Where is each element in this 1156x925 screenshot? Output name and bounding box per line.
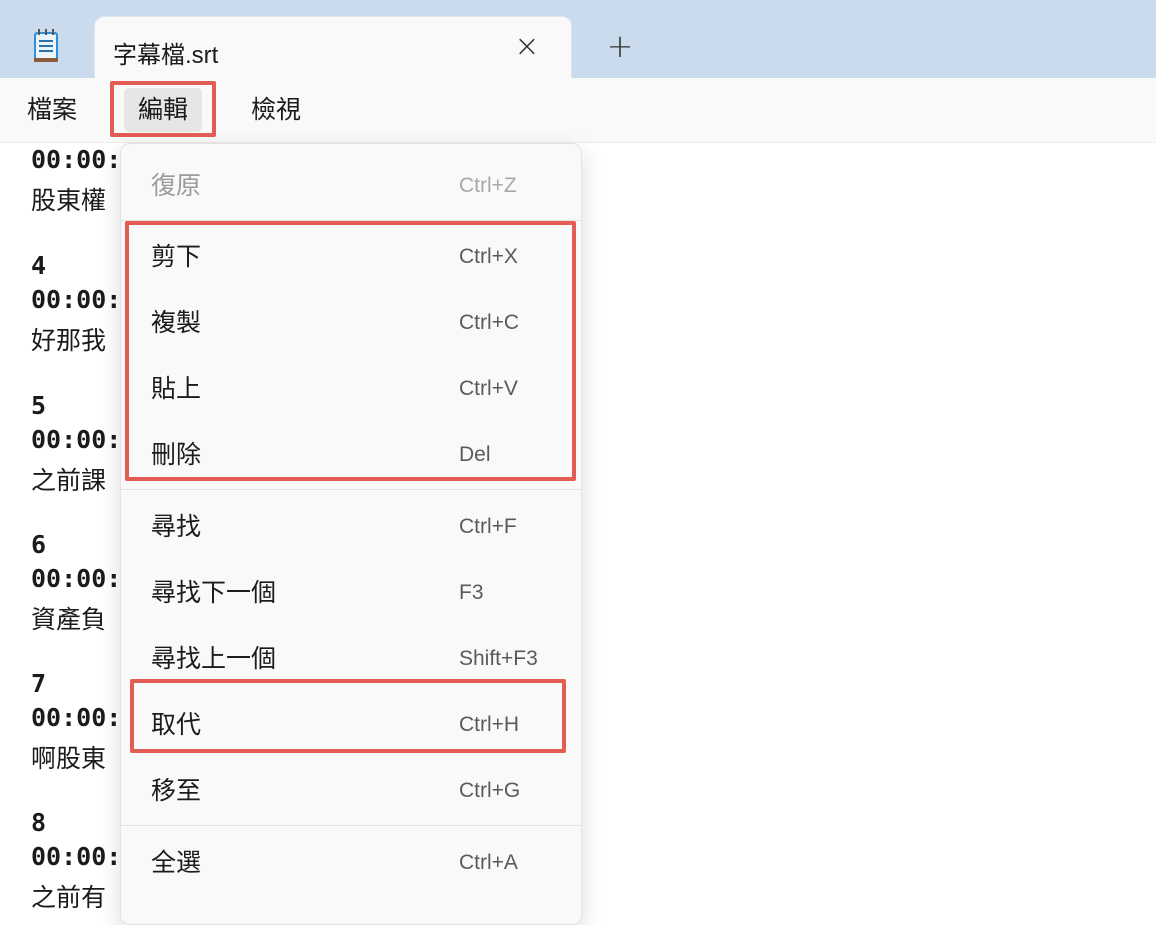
menu-item-undo: 復原 Ctrl+Z bbox=[121, 158, 581, 214]
menu-item-label: 移至 bbox=[151, 777, 202, 805]
editor-line: 6 bbox=[31, 530, 47, 559]
menu-separator bbox=[121, 489, 581, 490]
editor-line: 之前有 bbox=[31, 884, 107, 912]
editor-line: 4 bbox=[31, 251, 47, 280]
menu-item-copy[interactable]: 複製 Ctrl+C bbox=[121, 295, 581, 351]
editor-line: 00:00: bbox=[31, 425, 122, 454]
editor-line: 啊股東 bbox=[31, 745, 107, 773]
menu-item-label: 剪下 bbox=[151, 243, 202, 271]
menu-item-shortcut: Del bbox=[459, 443, 491, 466]
editor-line: 00:00: bbox=[31, 564, 122, 593]
editor-line: 00:00: bbox=[31, 703, 122, 732]
menu-item-find[interactable]: 尋找 Ctrl+F bbox=[121, 499, 581, 555]
editor-line: 5 bbox=[31, 391, 47, 420]
editor-line: 00:00: bbox=[31, 145, 122, 174]
menu-item-paste[interactable]: 貼上 Ctrl+V bbox=[121, 361, 581, 417]
menu-item-find-next[interactable]: 尋找下一個 F3 bbox=[121, 565, 581, 621]
menu-separator bbox=[121, 825, 581, 826]
menu-item-label: 複製 bbox=[151, 309, 202, 337]
edit-menu-highlight-box bbox=[110, 81, 216, 137]
menu-item-select-all[interactable]: 全選 Ctrl+A bbox=[121, 835, 581, 891]
editor-line: 好那我 bbox=[31, 327, 107, 355]
editor-line: 之前課 bbox=[31, 467, 107, 495]
edit-dropdown-menu: 復原 Ctrl+Z 剪下 Ctrl+X 複製 Ctrl+C 貼上 Ctrl+V … bbox=[120, 143, 582, 925]
menu-item-shortcut: Ctrl+A bbox=[459, 851, 518, 874]
menu-item-delete[interactable]: 刪除 Del bbox=[121, 427, 581, 483]
menu-item-label: 尋找下一個 bbox=[151, 579, 277, 607]
menu-item-shortcut: Shift+F3 bbox=[459, 647, 538, 670]
menu-item-go-to[interactable]: 移至 Ctrl+G bbox=[121, 763, 581, 819]
menu-item-shortcut: Ctrl+H bbox=[459, 713, 520, 736]
menu-item-shortcut: Ctrl+Z bbox=[459, 174, 517, 197]
menu-item-label: 取代 bbox=[151, 711, 202, 739]
document-tab[interactable]: 字幕檔.srt × bbox=[94, 16, 572, 87]
editor-line: 00:00: bbox=[31, 285, 122, 314]
menu-item-label: 全選 bbox=[151, 849, 202, 877]
title-bar: 字幕檔.srt × + bbox=[0, 0, 1156, 87]
tab-title: 字幕檔.srt bbox=[113, 42, 219, 69]
editor-line: 7 bbox=[31, 669, 47, 698]
menu-item-label: 刪除 bbox=[151, 441, 202, 469]
menu-view[interactable]: 檢視 bbox=[237, 88, 315, 132]
editor-line: 資產負 bbox=[31, 606, 107, 634]
editor-line: 8 bbox=[31, 808, 47, 837]
menu-item-label: 復原 bbox=[151, 172, 202, 200]
close-icon[interactable]: × bbox=[513, 32, 541, 62]
menu-file[interactable]: 檔案 bbox=[13, 88, 91, 132]
menu-separator bbox=[121, 220, 581, 221]
menu-item-label: 尋找上一個 bbox=[151, 645, 277, 673]
menu-item-label: 貼上 bbox=[151, 375, 202, 403]
menu-item-find-previous[interactable]: 尋找上一個 Shift+F3 bbox=[121, 631, 581, 687]
menu-item-cut[interactable]: 剪下 Ctrl+X bbox=[121, 229, 581, 285]
menu-item-replace[interactable]: 取代 Ctrl+H bbox=[121, 697, 581, 753]
editor-line: 股東權 bbox=[31, 187, 107, 215]
menu-item-shortcut: Ctrl+V bbox=[459, 377, 518, 400]
menu-item-shortcut: F3 bbox=[459, 581, 484, 604]
editor-line: 00:00: bbox=[31, 842, 122, 871]
menu-item-shortcut: Ctrl+X bbox=[459, 245, 518, 268]
plus-icon[interactable]: + bbox=[604, 30, 636, 62]
notepad-icon bbox=[34, 29, 58, 62]
menu-item-label: 尋找 bbox=[151, 513, 202, 541]
menu-item-shortcut: Ctrl+F bbox=[459, 515, 517, 538]
menu-item-shortcut: Ctrl+G bbox=[459, 779, 521, 802]
menu-item-shortcut: Ctrl+C bbox=[459, 311, 520, 334]
